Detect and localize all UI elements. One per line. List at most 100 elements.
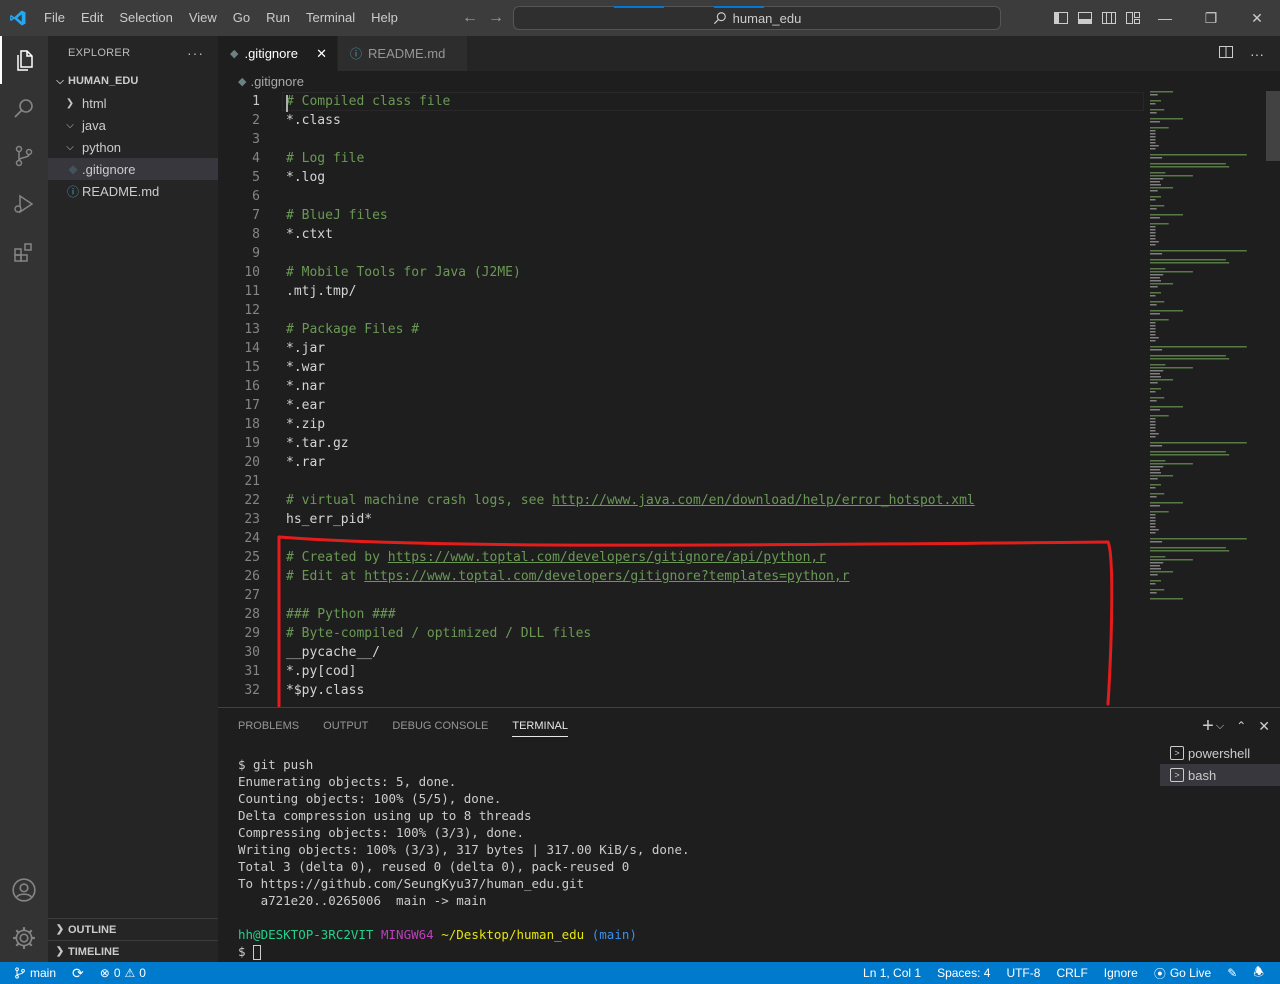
- chevron-down-icon[interactable]: ⌵: [1216, 720, 1224, 733]
- tab-readme[interactable]: ⓘ README.md: [338, 36, 468, 71]
- code-line[interactable]: 29 # Byte-compiled / optimized / DLL file…: [218, 624, 1148, 643]
- close-panel-icon[interactable]: ✕: [1258, 718, 1270, 735]
- code-line[interactable]: 8 *.ctxt: [218, 225, 1148, 244]
- code-line[interactable]: 13 # Package Files #: [218, 320, 1148, 339]
- menu-file[interactable]: File: [36, 0, 73, 36]
- notifications-bell-icon[interactable]: 🕭: [1245, 962, 1272, 984]
- code-link[interactable]: http://www.java.com/en/download/help/err…: [552, 493, 975, 508]
- workspace-root[interactable]: ⌵ HUMAN_EDU: [48, 70, 218, 92]
- forward-arrow-icon[interactable]: →: [488, 9, 504, 27]
- breadcrumb[interactable]: ◆ .gitignore: [218, 71, 1280, 91]
- cursor-position[interactable]: Ln 1, Col 1: [855, 962, 929, 984]
- encoding[interactable]: UTF-8: [998, 962, 1048, 984]
- editor-scrollbar[interactable]: [1266, 91, 1280, 161]
- more-actions-icon[interactable]: ···: [187, 45, 204, 61]
- menu-view[interactable]: View: [181, 0, 225, 36]
- code-line[interactable]: 26 # Edit at https://www.toptal.com/devel…: [218, 567, 1148, 586]
- tree-item-java[interactable]: ⌵ java: [48, 114, 218, 136]
- code-line[interactable]: 22 # virtual machine crash logs, see http…: [218, 491, 1148, 510]
- menu-run[interactable]: Run: [258, 0, 298, 36]
- code-line[interactable]: 17 *.ear: [218, 396, 1148, 415]
- code-line[interactable]: 4 # Log file: [218, 149, 1148, 168]
- menu-edit[interactable]: Edit: [73, 0, 111, 36]
- sync-icon[interactable]: ⟳: [64, 962, 92, 984]
- tree-item-html[interactable]: ❯ html: [48, 92, 218, 114]
- problems-indicator[interactable]: ⊗ 0 ⚠ 0: [92, 962, 154, 984]
- split-editor-icon[interactable]: [1218, 44, 1234, 63]
- accounts-icon[interactable]: [0, 866, 48, 914]
- code-line[interactable]: 7 # BlueJ files: [218, 206, 1148, 225]
- toggle-primary-sidebar-icon[interactable]: [1052, 9, 1070, 27]
- code-line[interactable]: 12: [218, 301, 1148, 320]
- code-editor[interactable]: 1 # Compiled class file 2 *.class 3 4 # Log fi…: [218, 91, 1280, 707]
- code-line[interactable]: 25 # Created by https://www.toptal.com/de…: [218, 548, 1148, 567]
- code-line[interactable]: 15 *.war: [218, 358, 1148, 377]
- code-line[interactable]: 11 .mtj.tmp/: [218, 282, 1148, 301]
- explorer-icon[interactable]: [0, 36, 48, 84]
- code-line[interactable]: 14 *.jar: [218, 339, 1148, 358]
- language-mode[interactable]: Ignore: [1096, 962, 1146, 984]
- code-line[interactable]: 5 *.log: [218, 168, 1148, 187]
- code-line[interactable]: 2 *.class: [218, 111, 1148, 130]
- toggle-secondary-sidebar-icon[interactable]: [1100, 9, 1118, 27]
- search-view-icon[interactable]: [0, 84, 48, 132]
- back-arrow-icon[interactable]: ←: [462, 9, 478, 27]
- terminal-item-bash[interactable]: > bash: [1160, 764, 1280, 786]
- extensions-icon[interactable]: [0, 228, 48, 276]
- tab-terminal[interactable]: TERMINAL: [512, 720, 568, 737]
- code-line[interactable]: 20 *.rar: [218, 453, 1148, 472]
- code-line[interactable]: 31 *.py[cod]: [218, 662, 1148, 681]
- terminal-output[interactable]: $ git push Enumerating objects: 5, done. C…: [238, 756, 1138, 960]
- run-and-debug-icon[interactable]: [0, 180, 48, 228]
- terminal-input-line[interactable]: $: [238, 943, 1138, 960]
- command-center-search[interactable]: human_edu: [513, 6, 1001, 30]
- go-live-button[interactable]: ⦿ Go Live: [1146, 962, 1219, 984]
- close-window-icon[interactable]: ✕: [1234, 0, 1280, 36]
- menu-go[interactable]: Go: [225, 0, 258, 36]
- branch-indicator[interactable]: main: [0, 962, 64, 984]
- tab-output[interactable]: OUTPUT: [323, 720, 368, 732]
- close-tab-icon[interactable]: ✕: [316, 46, 327, 62]
- new-terminal-plus-icon[interactable]: +: [1202, 715, 1214, 738]
- code-line[interactable]: 10 # Mobile Tools for Java (J2ME): [218, 263, 1148, 282]
- minimap[interactable]: [1146, 91, 1266, 601]
- tree-item-readme[interactable]: ⓘ README.md: [48, 180, 218, 202]
- code-line[interactable]: 9: [218, 244, 1148, 263]
- code-line[interactable]: 32 *$py.class: [218, 681, 1148, 700]
- code-line[interactable]: 18 *.zip: [218, 415, 1148, 434]
- source-control-icon[interactable]: [0, 132, 48, 180]
- manage-gear-icon[interactable]: [0, 914, 48, 962]
- feedback-icon[interactable]: ✎: [1219, 962, 1245, 984]
- timeline-section[interactable]: ❯ TIMELINE: [48, 940, 218, 962]
- code-link[interactable]: https://www.toptal.com/developers/gitign…: [388, 550, 826, 565]
- code-line[interactable]: 28 ### Python ###: [218, 605, 1148, 624]
- tree-item-gitignore[interactable]: ◆ .gitignore: [48, 158, 218, 180]
- line-ending[interactable]: CRLF: [1048, 962, 1095, 984]
- toggle-panel-icon[interactable]: [1076, 9, 1094, 27]
- maximize-panel-chevron-up-icon[interactable]: ⌃: [1236, 719, 1246, 733]
- tab-debug-console[interactable]: DEBUG CONSOLE: [392, 720, 488, 732]
- menu-selection[interactable]: Selection: [111, 0, 180, 36]
- code-line[interactable]: 24: [218, 529, 1148, 548]
- tree-item-python[interactable]: ⌵ python: [48, 136, 218, 158]
- restore-icon[interactable]: ❐: [1188, 0, 1234, 36]
- code-line[interactable]: 23 hs_err_pid*: [218, 510, 1148, 529]
- code-line[interactable]: 27: [218, 586, 1148, 605]
- more-actions-icon[interactable]: ···: [1250, 46, 1264, 62]
- code-line[interactable]: 21: [218, 472, 1148, 491]
- outline-section[interactable]: ❯ OUTLINE: [48, 918, 218, 940]
- code-line[interactable]: 6: [218, 187, 1148, 206]
- code-line[interactable]: 19 *.tar.gz: [218, 434, 1148, 453]
- code-line[interactable]: 16 *.nar: [218, 377, 1148, 396]
- code-area[interactable]: 1 # Compiled class file 2 *.class 3 4 # Log fi…: [218, 92, 1148, 700]
- code-line[interactable]: 3: [218, 130, 1148, 149]
- terminal-item-powershell[interactable]: > powershell: [1160, 742, 1280, 764]
- indentation[interactable]: Spaces: 4: [929, 962, 998, 984]
- tab-problems[interactable]: PROBLEMS: [238, 720, 299, 732]
- menu-help[interactable]: Help: [363, 0, 406, 36]
- minimize-icon[interactable]: —: [1142, 0, 1188, 36]
- code-link[interactable]: https://www.toptal.com/developers/gitign…: [364, 569, 849, 584]
- menu-terminal[interactable]: Terminal: [298, 0, 363, 36]
- customize-layout-icon[interactable]: [1124, 9, 1142, 27]
- code-line[interactable]: 30 __pycache__/: [218, 643, 1148, 662]
